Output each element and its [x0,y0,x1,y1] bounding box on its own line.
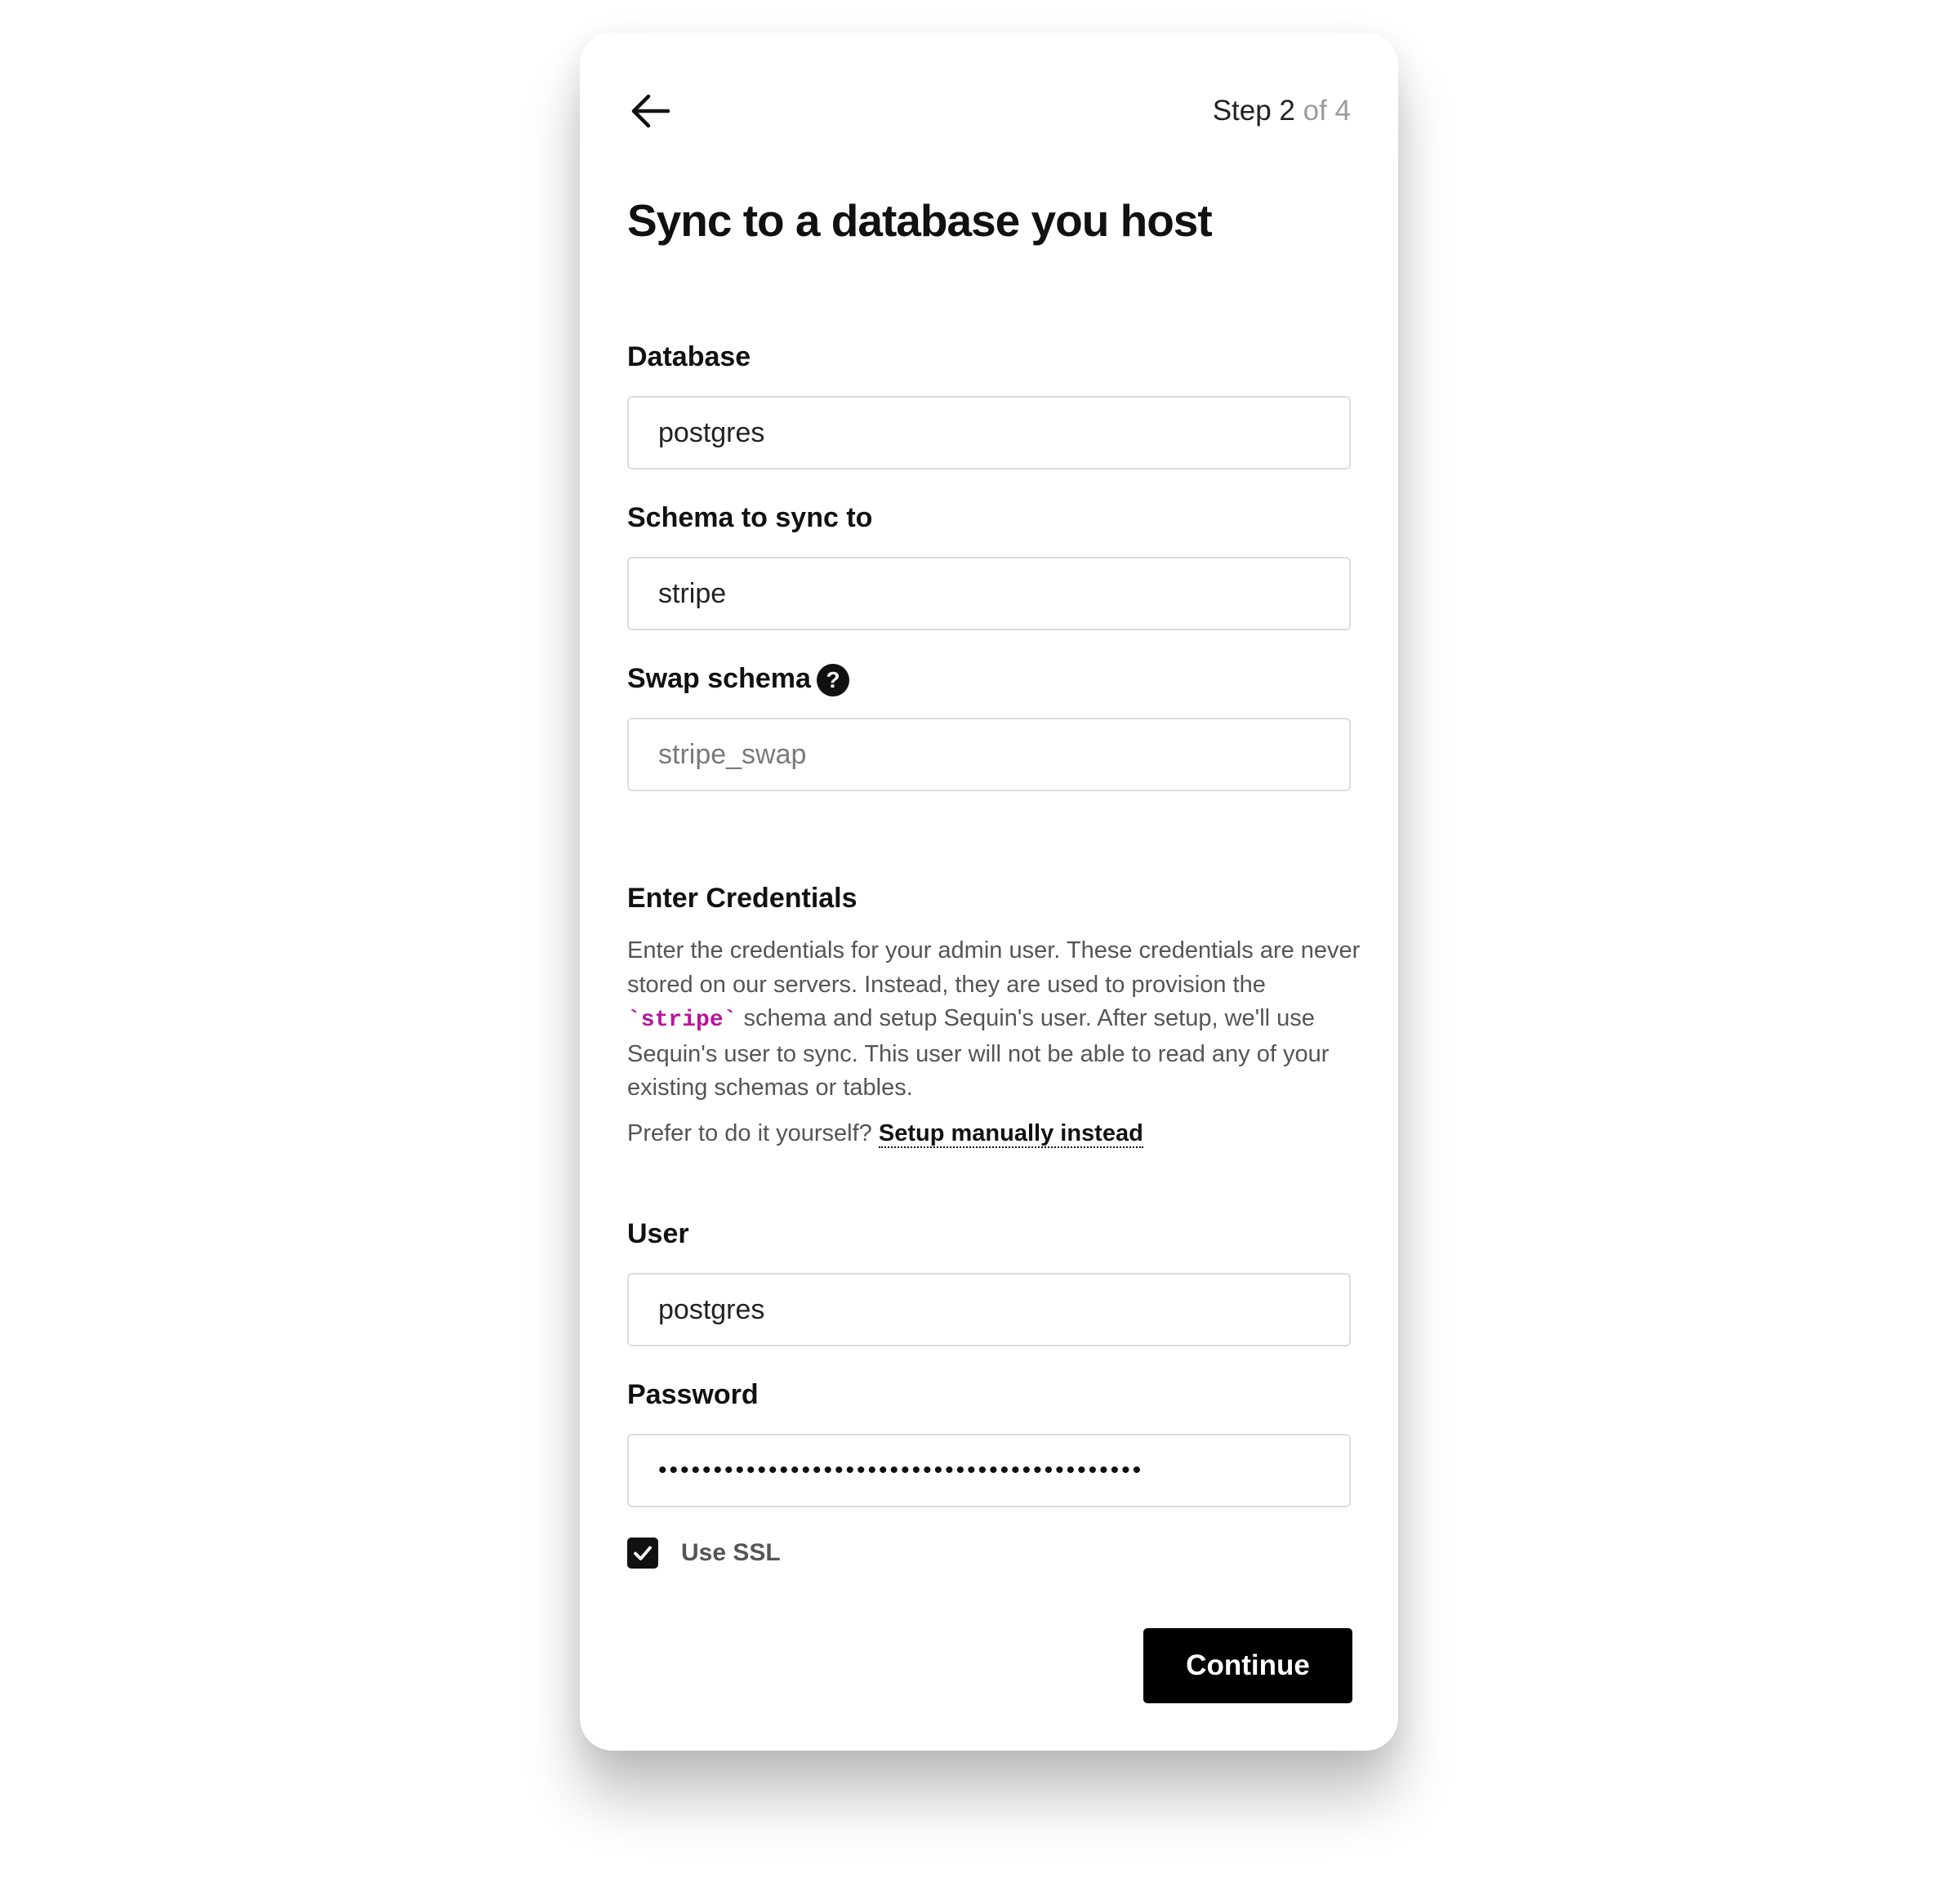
swap-schema-label: Swap schema [627,663,811,694]
schema-code: `stripe` [627,1008,737,1033]
prefer-text: Prefer to do it yourself? [627,1120,879,1146]
user-label: User [627,1218,689,1249]
page-title: Sync to a database you host [627,195,1213,246]
description-text-start: Enter the credentials for your admin use… [627,937,1361,998]
step-total: of 4 [1294,95,1351,127]
user-input[interactable] [627,1273,1351,1346]
credentials-title: Enter Credentials [627,883,858,914]
use-ssl-label[interactable]: Use SSL [681,1533,781,1573]
step-current: Step 2 [1212,95,1295,127]
use-ssl-checkbox[interactable] [627,1538,658,1569]
swap-schema-input[interactable] [627,718,1351,791]
back-button[interactable] [627,88,673,134]
step-indicator: Step 2 of 4 [1213,87,1351,136]
arrow-left-icon [631,94,670,128]
manual-setup-prompt: Prefer to do it yourself? Setup manually… [627,1115,1143,1151]
database-label: Database [627,341,751,372]
password-label: Password [627,1379,759,1410]
checkmark-icon [634,1546,652,1560]
credentials-description: Enter the credentials for your admin use… [627,934,1362,1106]
help-icon[interactable]: ? [817,664,849,696]
setup-card: Step 2 of 4 Sync to a database you host … [580,33,1398,1751]
continue-button[interactable]: Continue [1143,1628,1352,1703]
password-input[interactable] [627,1434,1351,1507]
schema-input[interactable] [627,557,1351,630]
schema-label: Schema to sync to [627,502,873,533]
database-input[interactable] [627,396,1351,470]
setup-manually-link[interactable]: Setup manually instead [878,1120,1143,1148]
